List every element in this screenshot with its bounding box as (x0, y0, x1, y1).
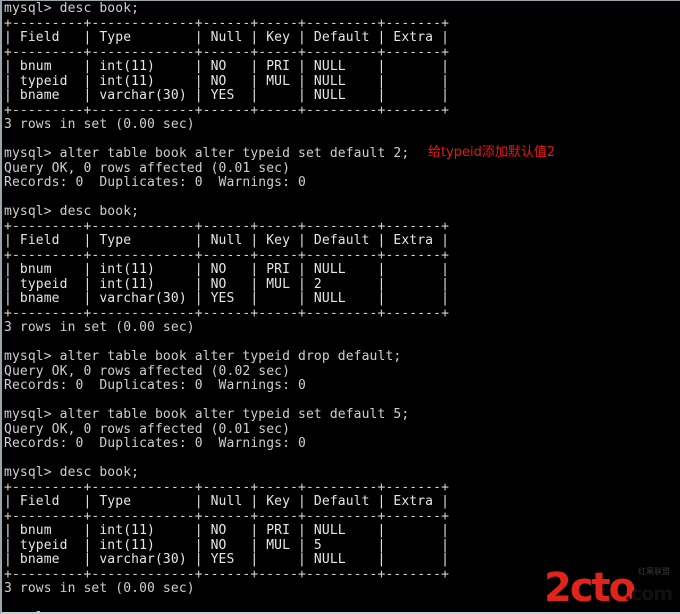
watermark-brand: 2cto (544, 565, 636, 611)
table-row-line: | Field | Type | Null | Key | Default | … (4, 233, 450, 248)
watermark-subtitle: 红黑联盟 (638, 567, 670, 576)
table-row-line: | bnum | int(11) | NO | PRI | NULL | | (4, 262, 450, 277)
console-output-line: Records: 0 Duplicates: 0 Warnings: 0 (4, 436, 306, 451)
console-command-line: mysql> alter table book alter typeid dro… (4, 349, 402, 364)
console-output-line: Query OK, 0 rows affected (0.02 sec) (4, 363, 291, 379)
table-row-line: | Field | Type | Null | Key | Default | … (4, 494, 450, 509)
table-rule-line: +---------+-------------+------+-----+--… (4, 479, 450, 495)
console-command-line: mysql> desc book; (4, 204, 140, 219)
table-rule-line: +---------+-------------+------+-----+--… (4, 15, 450, 31)
console-output-line: 3 rows in set (0.00 sec) (4, 117, 195, 132)
table-row-line: | Field | Type | Null | Key | Default | … (4, 30, 450, 45)
watermark-tld: .com (624, 583, 673, 605)
console-output[interactable]: mysql> desc book; +---------+------------… (4, 1, 680, 612)
console-output-line: Query OK, 0 rows affected (0.01 sec) (4, 160, 291, 176)
console-output-line: Records: 0 Duplicates: 0 Warnings: 0 (4, 175, 306, 190)
console-command-line: mysql> alter table book alter typeid set… (4, 145, 556, 161)
table-rule-line: +---------+-------------+------+-----+--… (4, 508, 450, 524)
red-annotation-note: 给typeid添加默认值2 (428, 145, 556, 160)
table-rule-line: +---------+-------------+------+-----+--… (4, 102, 450, 118)
table-row-line: | bnum | int(11) | NO | PRI | NULL | | (4, 59, 450, 74)
table-row-line: | typeid | int(11) | NO | MUL | 2 | | (4, 276, 450, 292)
table-rule-line: +---------+-------------+------+-----+--… (4, 218, 450, 234)
table-row-line: | typeid | int(11) | NO | MUL | NULL | | (4, 73, 450, 89)
table-rule-line: +---------+-------------+------+-----+--… (4, 44, 450, 60)
table-rule-line: +---------+-------------+------+-----+--… (4, 247, 450, 263)
console-output-line: Query OK, 0 rows affected (0.01 sec) (4, 421, 291, 437)
table-row-line: | bname | varchar(30) | YES | | NULL | | (4, 88, 450, 103)
console-command-line: mysql> alter table book alter typeid set… (4, 407, 410, 422)
table-row-line: | bnum | int(11) | NO | PRI | NULL | | (4, 523, 450, 538)
table-rule-line: +---------+-------------+------+-----+--… (4, 305, 450, 321)
site-watermark: 2cto .com 红黑联盟 (544, 560, 673, 610)
console-command-line: mysql> desc book; (4, 1, 140, 16)
console-output-line: Records: 0 Duplicates: 0 Warnings: 0 (4, 378, 306, 393)
table-row-line: | typeid | int(11) | NO | MUL | 5 | | (4, 537, 450, 553)
table-row-line: | bname | varchar(30) | YES | | NULL | | (4, 291, 450, 306)
terminal-window[interactable]: mysql> desc book; +---------+------------… (0, 0, 680, 614)
console-output-line: 3 rows in set (0.00 sec) (4, 320, 195, 335)
console-command-line: mysql> desc book; (4, 465, 140, 480)
